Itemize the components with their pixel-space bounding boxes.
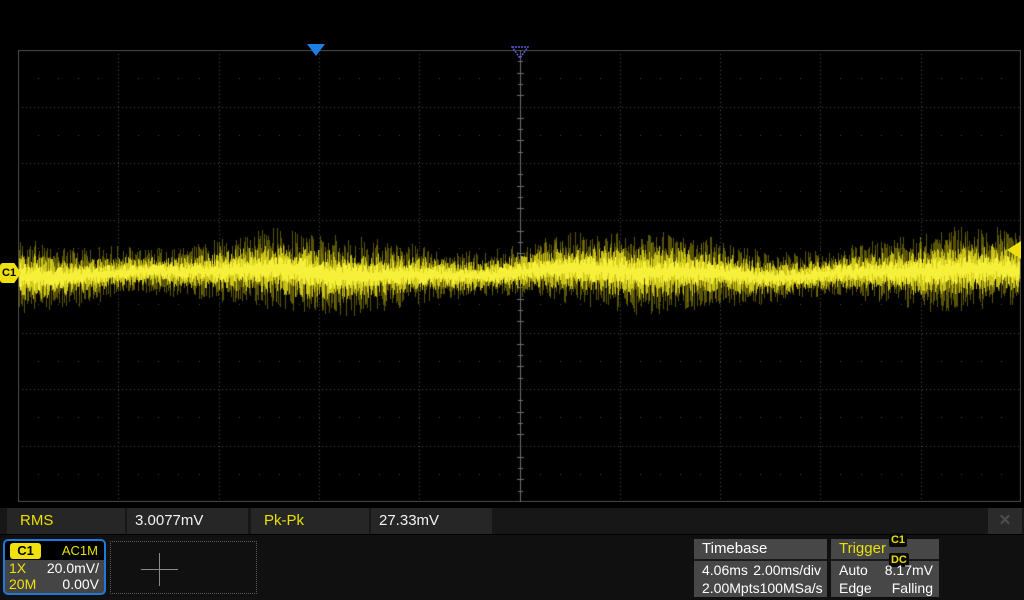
trigger-row-1: Auto 8.17mV [831, 561, 939, 579]
timebase-memory-depth: 2.00Mpts [702, 579, 760, 597]
channel1-offset: 0.00V [62, 576, 99, 592]
measurement-label-rms[interactable]: RMS [7, 508, 125, 534]
channel1-bandwidth: 20M [9, 576, 36, 592]
timebase-scale: 2.00ms/div [753, 561, 821, 579]
trigger-type: Edge [839, 579, 872, 597]
timebase-row-2: 2.00Mpts 100MSa/s [694, 579, 827, 597]
close-icon: ✕ [999, 512, 1012, 529]
scope-canvas [18, 50, 1021, 502]
trigger-slope: Falling [892, 579, 933, 597]
trigger-row-2: Edge Falling [831, 579, 939, 597]
timebase-sample-rate: 100MSa/s [760, 579, 823, 597]
measurement-label-pkpk[interactable]: Pk-Pk [251, 508, 369, 534]
channel1-badge: C1 [10, 543, 41, 559]
trigger-level-marker[interactable] [1007, 241, 1021, 259]
trigger-descriptor-box[interactable]: Trigger C1 DC Auto 8.17mV Edge Falling [831, 539, 939, 597]
trigger-title-label: Trigger [839, 539, 886, 559]
trigger-level: 8.17mV [885, 561, 933, 579]
measurement-value-pkpk[interactable]: 27.33mV [371, 508, 492, 534]
channel1-descriptor-box[interactable]: C1 AC1M 1X 20.0mV/ 20M 0.00V [3, 539, 106, 595]
channel1-attenuation: 1X [9, 560, 26, 576]
trigger-mode: Auto [839, 561, 868, 579]
oscilloscope-screen: C1 RMS 3.0077mV Pk-Pk 27.33mV ✕ C1 AC1M … [0, 0, 1024, 600]
channel1-coupling: AC1M [41, 543, 104, 558]
timebase-title-label: Timebase [702, 539, 767, 559]
status-bar: C1 AC1M 1X 20.0mV/ 20M 0.00V Timebase 4.… [0, 535, 1024, 600]
measurement-bar: RMS 3.0077mV Pk-Pk 27.33mV ✕ [0, 508, 1024, 534]
trigger-source-badge: C1 [889, 533, 907, 547]
timebase-row-1: 4.06ms 2.00ms/div [694, 561, 827, 579]
channel1-header: C1 AC1M [5, 541, 104, 560]
delay-reference-marker [511, 46, 529, 59]
waveform-display[interactable] [18, 50, 1021, 502]
timebase-title: Timebase [694, 539, 827, 561]
trigger-position-marker[interactable] [307, 44, 325, 56]
channel1-row-offset: 20M 0.00V [5, 576, 104, 592]
add-channel-slot[interactable] [110, 541, 257, 594]
top-menu-bar [0, 0, 1024, 44]
close-measurements-button[interactable]: ✕ [988, 508, 1022, 534]
timebase-descriptor-box[interactable]: Timebase 4.06ms 2.00ms/div 2.00Mpts 100M… [694, 539, 827, 597]
trigger-header: Trigger C1 DC [831, 539, 939, 561]
timebase-delay: 4.06ms [702, 561, 748, 579]
channel1-row-scale: 1X 20.0mV/ [5, 560, 104, 576]
channel1-volts-per-div: 20.0mV/ [47, 560, 99, 576]
measurement-value-rms[interactable]: 3.0077mV [127, 508, 248, 534]
